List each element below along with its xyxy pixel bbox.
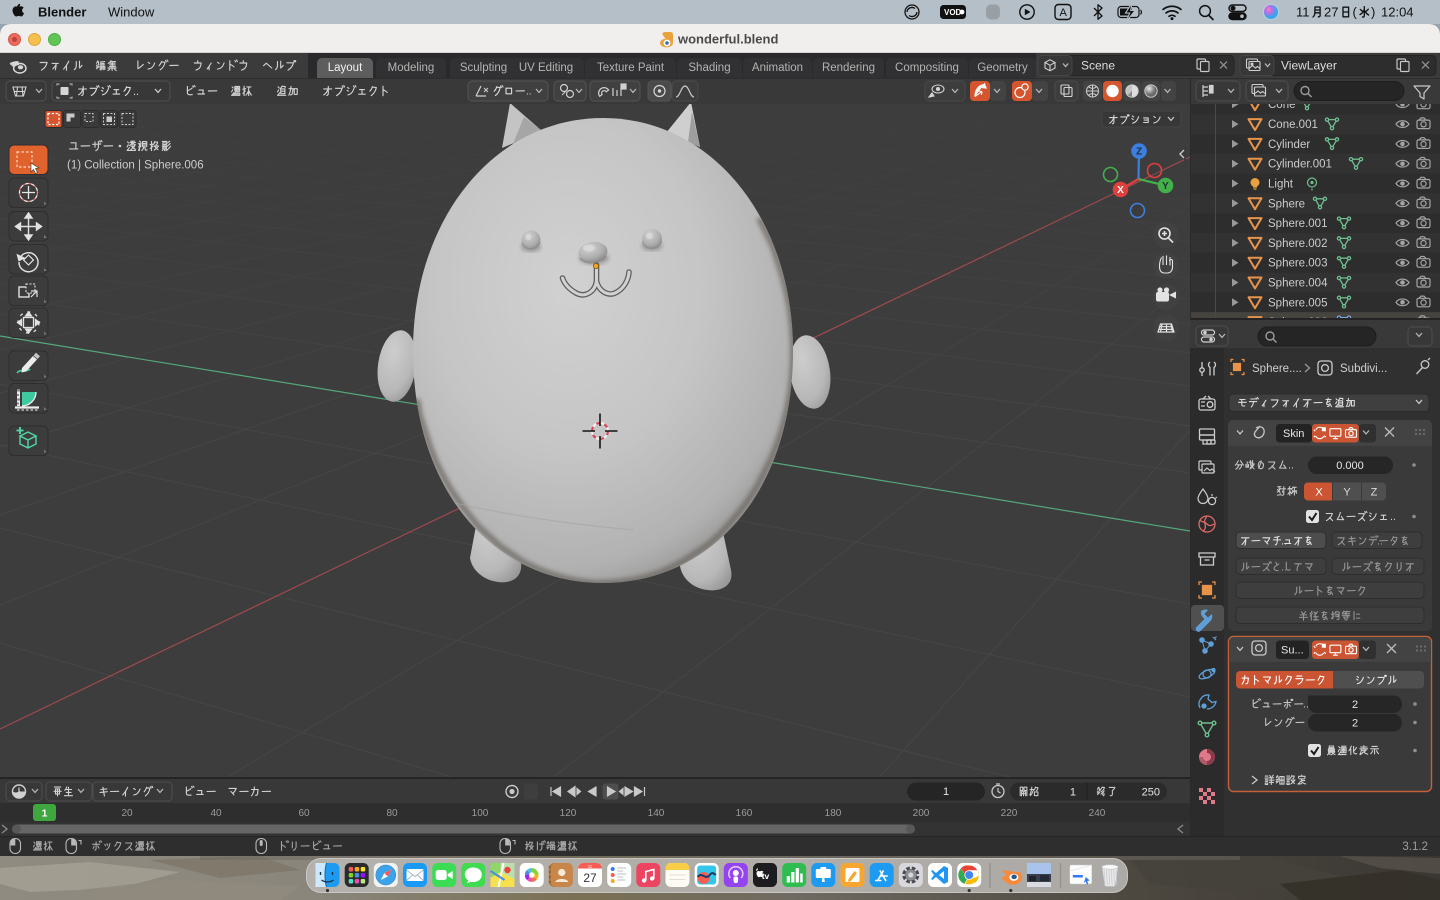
svg-text:27: 27 xyxy=(583,871,597,885)
svg-text:): ) xyxy=(1371,5,1375,20)
svg-text:ViewLayer: ViewLayer xyxy=(1281,59,1337,73)
svg-text:..: .. xyxy=(1281,535,1287,547)
svg-text:Su...: Su... xyxy=(1281,645,1304,657)
svg-text:Sphere....: Sphere.... xyxy=(1252,363,1302,375)
svg-text:..: .. xyxy=(526,87,532,98)
svg-text:40: 40 xyxy=(210,808,222,819)
svg-text:220: 220 xyxy=(1001,808,1018,819)
svg-text:0.000: 0.000 xyxy=(1336,460,1364,472)
svg-text:Scene: Scene xyxy=(1081,59,1115,73)
svg-text:240: 240 xyxy=(1089,808,1106,819)
svg-text:Cylinder: Cylinder xyxy=(1268,139,1310,151)
svg-text:Y: Y xyxy=(1162,181,1169,192)
svg-text:Light: Light xyxy=(1268,179,1294,191)
svg-text:Sphere: Sphere xyxy=(1268,198,1305,210)
svg-text:..: .. xyxy=(1390,511,1396,523)
svg-text:2: 2 xyxy=(1352,718,1358,730)
svg-text:Sphere.001: Sphere.001 xyxy=(1268,218,1327,230)
svg-text:80: 80 xyxy=(386,808,398,819)
svg-text:Y: Y xyxy=(1343,487,1351,499)
svg-text:3.1.2: 3.1.2 xyxy=(1402,841,1428,853)
svg-text:250: 250 xyxy=(1142,787,1160,799)
svg-text:1: 1 xyxy=(42,808,48,820)
svg-text:..: .. xyxy=(1377,535,1383,547)
svg-text:2: 2 xyxy=(1352,699,1358,711)
svg-text:1: 1 xyxy=(943,786,949,798)
svg-text:Sphere.005: Sphere.005 xyxy=(1268,297,1327,309)
svg-text:27: 27 xyxy=(1324,5,1338,20)
svg-text:(: ( xyxy=(1353,5,1358,20)
svg-text:Cone.001: Cone.001 xyxy=(1268,119,1318,131)
svg-text:Sphere.004: Sphere.004 xyxy=(1268,278,1328,290)
svg-text:Subdivi...: Subdivi... xyxy=(1340,363,1387,375)
svg-text:Cone: Cone xyxy=(1268,104,1296,111)
svg-text:11: 11 xyxy=(1296,5,1310,20)
svg-text:140: 140 xyxy=(648,808,665,819)
svg-text:Cylinder.001: Cylinder.001 xyxy=(1268,159,1332,171)
svg-text:20: 20 xyxy=(121,808,133,819)
svg-text:160: 160 xyxy=(736,808,753,819)
svg-text:Z: Z xyxy=(1136,147,1142,158)
svg-text:..: .. xyxy=(133,86,139,98)
svg-text:11: 11 xyxy=(588,864,593,869)
svg-text:(1) Collection | Sphere.006: (1) Collection | Sphere.006 xyxy=(67,160,204,172)
svg-text:1: 1 xyxy=(1070,787,1076,799)
svg-text:12:04: 12:04 xyxy=(1381,5,1414,20)
svg-text:Skin: Skin xyxy=(1283,428,1304,440)
svg-text:180: 180 xyxy=(825,808,842,819)
svg-text:120: 120 xyxy=(560,808,577,819)
svg-text:200: 200 xyxy=(913,808,930,819)
svg-text:Z: Z xyxy=(1371,487,1378,499)
svg-text:wonderful.blend: wonderful.blend xyxy=(677,32,778,47)
svg-text:100: 100 xyxy=(472,808,489,819)
svg-text:..: .. xyxy=(1288,460,1294,472)
svg-text:X: X xyxy=(1117,185,1124,196)
svg-text:60: 60 xyxy=(298,808,310,819)
svg-text:..: .. xyxy=(1281,561,1287,573)
svg-text:X: X xyxy=(1315,487,1323,499)
svg-text:Sphere.002: Sphere.002 xyxy=(1268,238,1327,250)
svg-text:Sphere.003: Sphere.003 xyxy=(1268,258,1327,270)
